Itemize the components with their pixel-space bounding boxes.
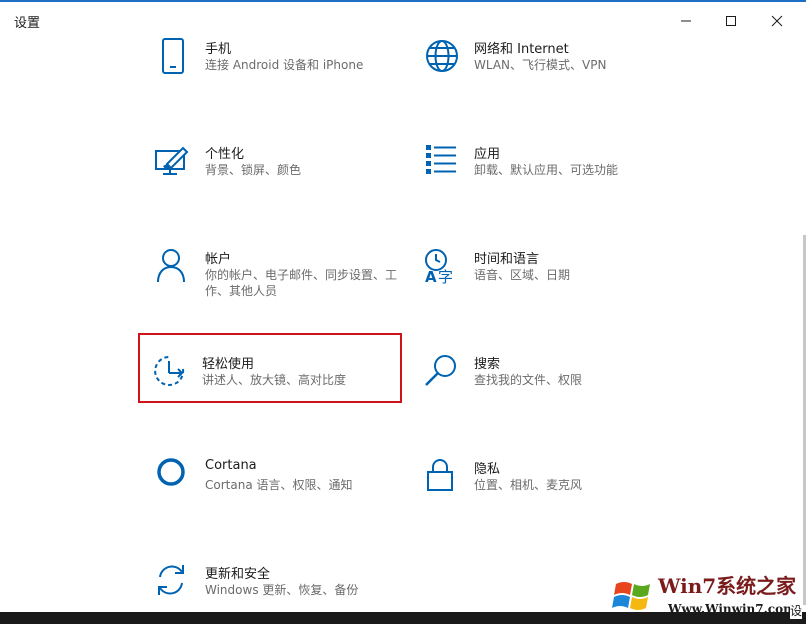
settings-tile-network[interactable]: 网络和 Internet WLAN、飞行模式、VPN (424, 38, 674, 98)
tile-description: 你的帐户、电子邮件、同步设置、工作、其他人员 (205, 268, 398, 298)
tile-title: 更新和安全 (205, 567, 271, 582)
watermark-tail-text: 设 (790, 602, 803, 619)
close-icon (771, 15, 783, 27)
tile-title: Cortana (205, 458, 257, 473)
globe-icon (424, 38, 460, 74)
tile-title: 手机 (205, 42, 232, 57)
tile-title: 时间和语言 (474, 252, 540, 267)
settings-tile-cortana[interactable]: Cortana Cortana 语言、权限、通知 (155, 458, 405, 518)
minimize-button[interactable] (666, 8, 706, 34)
svg-text:字: 字 (438, 268, 453, 284)
watermark-url: Www.Winwin7.com (668, 602, 796, 616)
settings-tile-search[interactable]: 搜索 查找我的文件、权限 (424, 353, 674, 413)
window-title: 设置 (14, 16, 41, 31)
tile-title: 帐户 (205, 252, 232, 267)
svg-text:A: A (425, 268, 437, 284)
window-top-border (0, 0, 806, 2)
tile-description: 卸载、默认应用、可选功能 (474, 163, 619, 177)
tile-description: 语音、区域、日期 (474, 268, 571, 282)
search-icon (424, 353, 460, 389)
settings-tile-privacy[interactable]: 隐私 位置、相机、麦克风 (424, 458, 674, 518)
close-button[interactable] (757, 8, 797, 34)
windows-logo-icon (612, 582, 650, 610)
tile-description: WLAN、飞行模式、VPN (474, 58, 607, 72)
tile-description: 位置、相机、麦克风 (474, 478, 583, 492)
highlight-box (138, 333, 402, 403)
maximize-button[interactable] (711, 8, 751, 34)
settings-tile-accounts[interactable]: 帐户 你的帐户、电子邮件、同步设置、工作、其他人员 (155, 248, 405, 308)
cortana-icon (155, 458, 191, 494)
time-language-icon: A字 (424, 248, 460, 284)
sync-arrows-icon (155, 563, 191, 599)
minimize-icon (681, 20, 691, 22)
paintbrush-screen-icon (155, 143, 191, 179)
tile-title: 应用 (474, 147, 501, 162)
maximize-icon (726, 16, 736, 26)
tile-description: 查找我的文件、权限 (474, 373, 583, 387)
person-icon (155, 248, 191, 284)
tile-title: 搜索 (474, 357, 501, 372)
watermark: Win7系统之家 Www.Winwin7.com 设 (606, 566, 806, 624)
phone-icon (155, 38, 191, 74)
tile-description: 连接 Android 设备和 iPhone (205, 58, 364, 72)
watermark-brand: Win7系统之家 (658, 574, 797, 598)
tile-description: 背景、锁屏、颜色 (205, 163, 302, 177)
settings-tile-phone[interactable]: 手机 连接 Android 设备和 iPhone (155, 38, 405, 98)
app-list-icon (424, 143, 460, 179)
tile-title: 网络和 Internet (474, 42, 569, 57)
tile-title: 个性化 (205, 147, 245, 162)
tile-title: 隐私 (474, 462, 501, 477)
settings-tile-personalization[interactable]: 个性化 背景、锁屏、颜色 (155, 143, 405, 203)
tile-description: Cortana 语言、权限、通知 (205, 478, 353, 492)
lock-icon (424, 458, 460, 494)
settings-tile-time-language[interactable]: A字 时间和语言 语音、区域、日期 (424, 248, 674, 308)
settings-tile-apps[interactable]: 应用 卸载、默认应用、可选功能 (424, 143, 674, 203)
tile-description: Windows 更新、恢复、备份 (205, 583, 359, 597)
